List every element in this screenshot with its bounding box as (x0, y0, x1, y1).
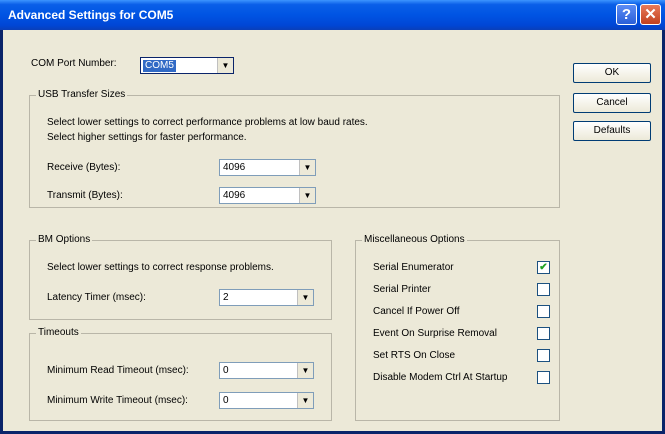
misc-option-checkbox[interactable] (537, 327, 550, 340)
read-timeout-select[interactable]: 0 ▼ (219, 362, 314, 379)
com-port-label: COM Port Number: (31, 58, 117, 69)
title-bar[interactable]: Advanced Settings for COM5 ? ✕ (0, 0, 665, 30)
chevron-down-icon[interactable]: ▼ (217, 58, 233, 73)
bm-desc: Select lower settings to correct respons… (47, 262, 274, 273)
cancel-button[interactable]: Cancel (573, 93, 651, 113)
help-button[interactable]: ? (616, 4, 637, 25)
latency-value: 2 (223, 292, 229, 303)
receive-select[interactable]: 4096 ▼ (219, 159, 316, 176)
chevron-down-icon[interactable]: ▼ (299, 160, 315, 175)
latency-select[interactable]: 2 ▼ (219, 289, 314, 306)
usb-transfer-group: USB Transfer Sizes Select lower settings… (29, 89, 560, 208)
checkmark-icon: ✔ (539, 262, 548, 273)
timeouts-legend: Timeouts (36, 327, 81, 339)
misc-option-checkbox[interactable] (537, 283, 550, 296)
close-icon: ✕ (644, 6, 657, 23)
write-timeout-label: Minimum Write Timeout (msec): (47, 395, 188, 406)
misc-option-checkbox[interactable] (537, 371, 550, 384)
receive-value: 4096 (223, 162, 246, 173)
bm-options-legend: BM Options (36, 234, 93, 246)
misc-option-label: Event On Surprise Removal (373, 328, 497, 339)
dialog-body: COM Port Number: COM5 ▼ USB Transfer Siz… (3, 30, 662, 431)
read-timeout-label: Minimum Read Timeout (msec): (47, 365, 189, 376)
read-timeout-value: 0 (223, 365, 229, 376)
bm-options-group: BM Options Select lower settings to corr… (29, 234, 332, 320)
misc-option-checkbox[interactable] (537, 305, 550, 318)
help-icon: ? (621, 6, 632, 23)
misc-option-label: Disable Modem Ctrl At Startup (373, 372, 508, 383)
chevron-down-icon[interactable]: ▼ (297, 393, 313, 408)
com-port-select[interactable]: COM5 ▼ (140, 57, 234, 74)
ok-button[interactable]: OK (573, 63, 651, 83)
chevron-down-icon[interactable]: ▼ (297, 290, 313, 305)
window-title: Advanced Settings for COM5 (8, 8, 174, 22)
misc-option-label: Set RTS On Close (373, 350, 456, 361)
misc-options-legend: Miscellaneous Options (362, 234, 467, 246)
misc-option-label: Cancel If Power Off (373, 306, 460, 317)
timeouts-group: Timeouts Minimum Read Timeout (msec): 0 … (29, 327, 332, 421)
chevron-down-icon[interactable]: ▼ (297, 363, 313, 378)
misc-option-label: Serial Printer (373, 284, 431, 295)
transmit-value: 4096 (223, 190, 246, 201)
write-timeout-value: 0 (223, 395, 229, 406)
receive-label: Receive (Bytes): (47, 162, 121, 173)
misc-options-group: Miscellaneous Options Serial Enumerator ✔… (355, 234, 560, 421)
dialog-window: Advanced Settings for COM5 ? ✕ COM Port … (0, 0, 665, 434)
usb-desc-line2: Select higher settings for faster perfor… (47, 132, 247, 143)
transmit-label: Transmit (Bytes): (47, 190, 123, 201)
misc-option-checkbox[interactable]: ✔ (537, 261, 550, 274)
close-button[interactable]: ✕ (640, 4, 661, 25)
misc-option-label: Serial Enumerator (373, 262, 454, 273)
com-port-value: COM5 (143, 60, 176, 72)
usb-desc-line1: Select lower settings to correct perform… (47, 117, 368, 128)
chevron-down-icon[interactable]: ▼ (299, 188, 315, 203)
misc-option-checkbox[interactable] (537, 349, 550, 362)
latency-label: Latency Timer (msec): (47, 292, 146, 303)
usb-transfer-legend: USB Transfer Sizes (36, 89, 128, 101)
defaults-button[interactable]: Defaults (573, 121, 651, 141)
write-timeout-select[interactable]: 0 ▼ (219, 392, 314, 409)
transmit-select[interactable]: 4096 ▼ (219, 187, 316, 204)
